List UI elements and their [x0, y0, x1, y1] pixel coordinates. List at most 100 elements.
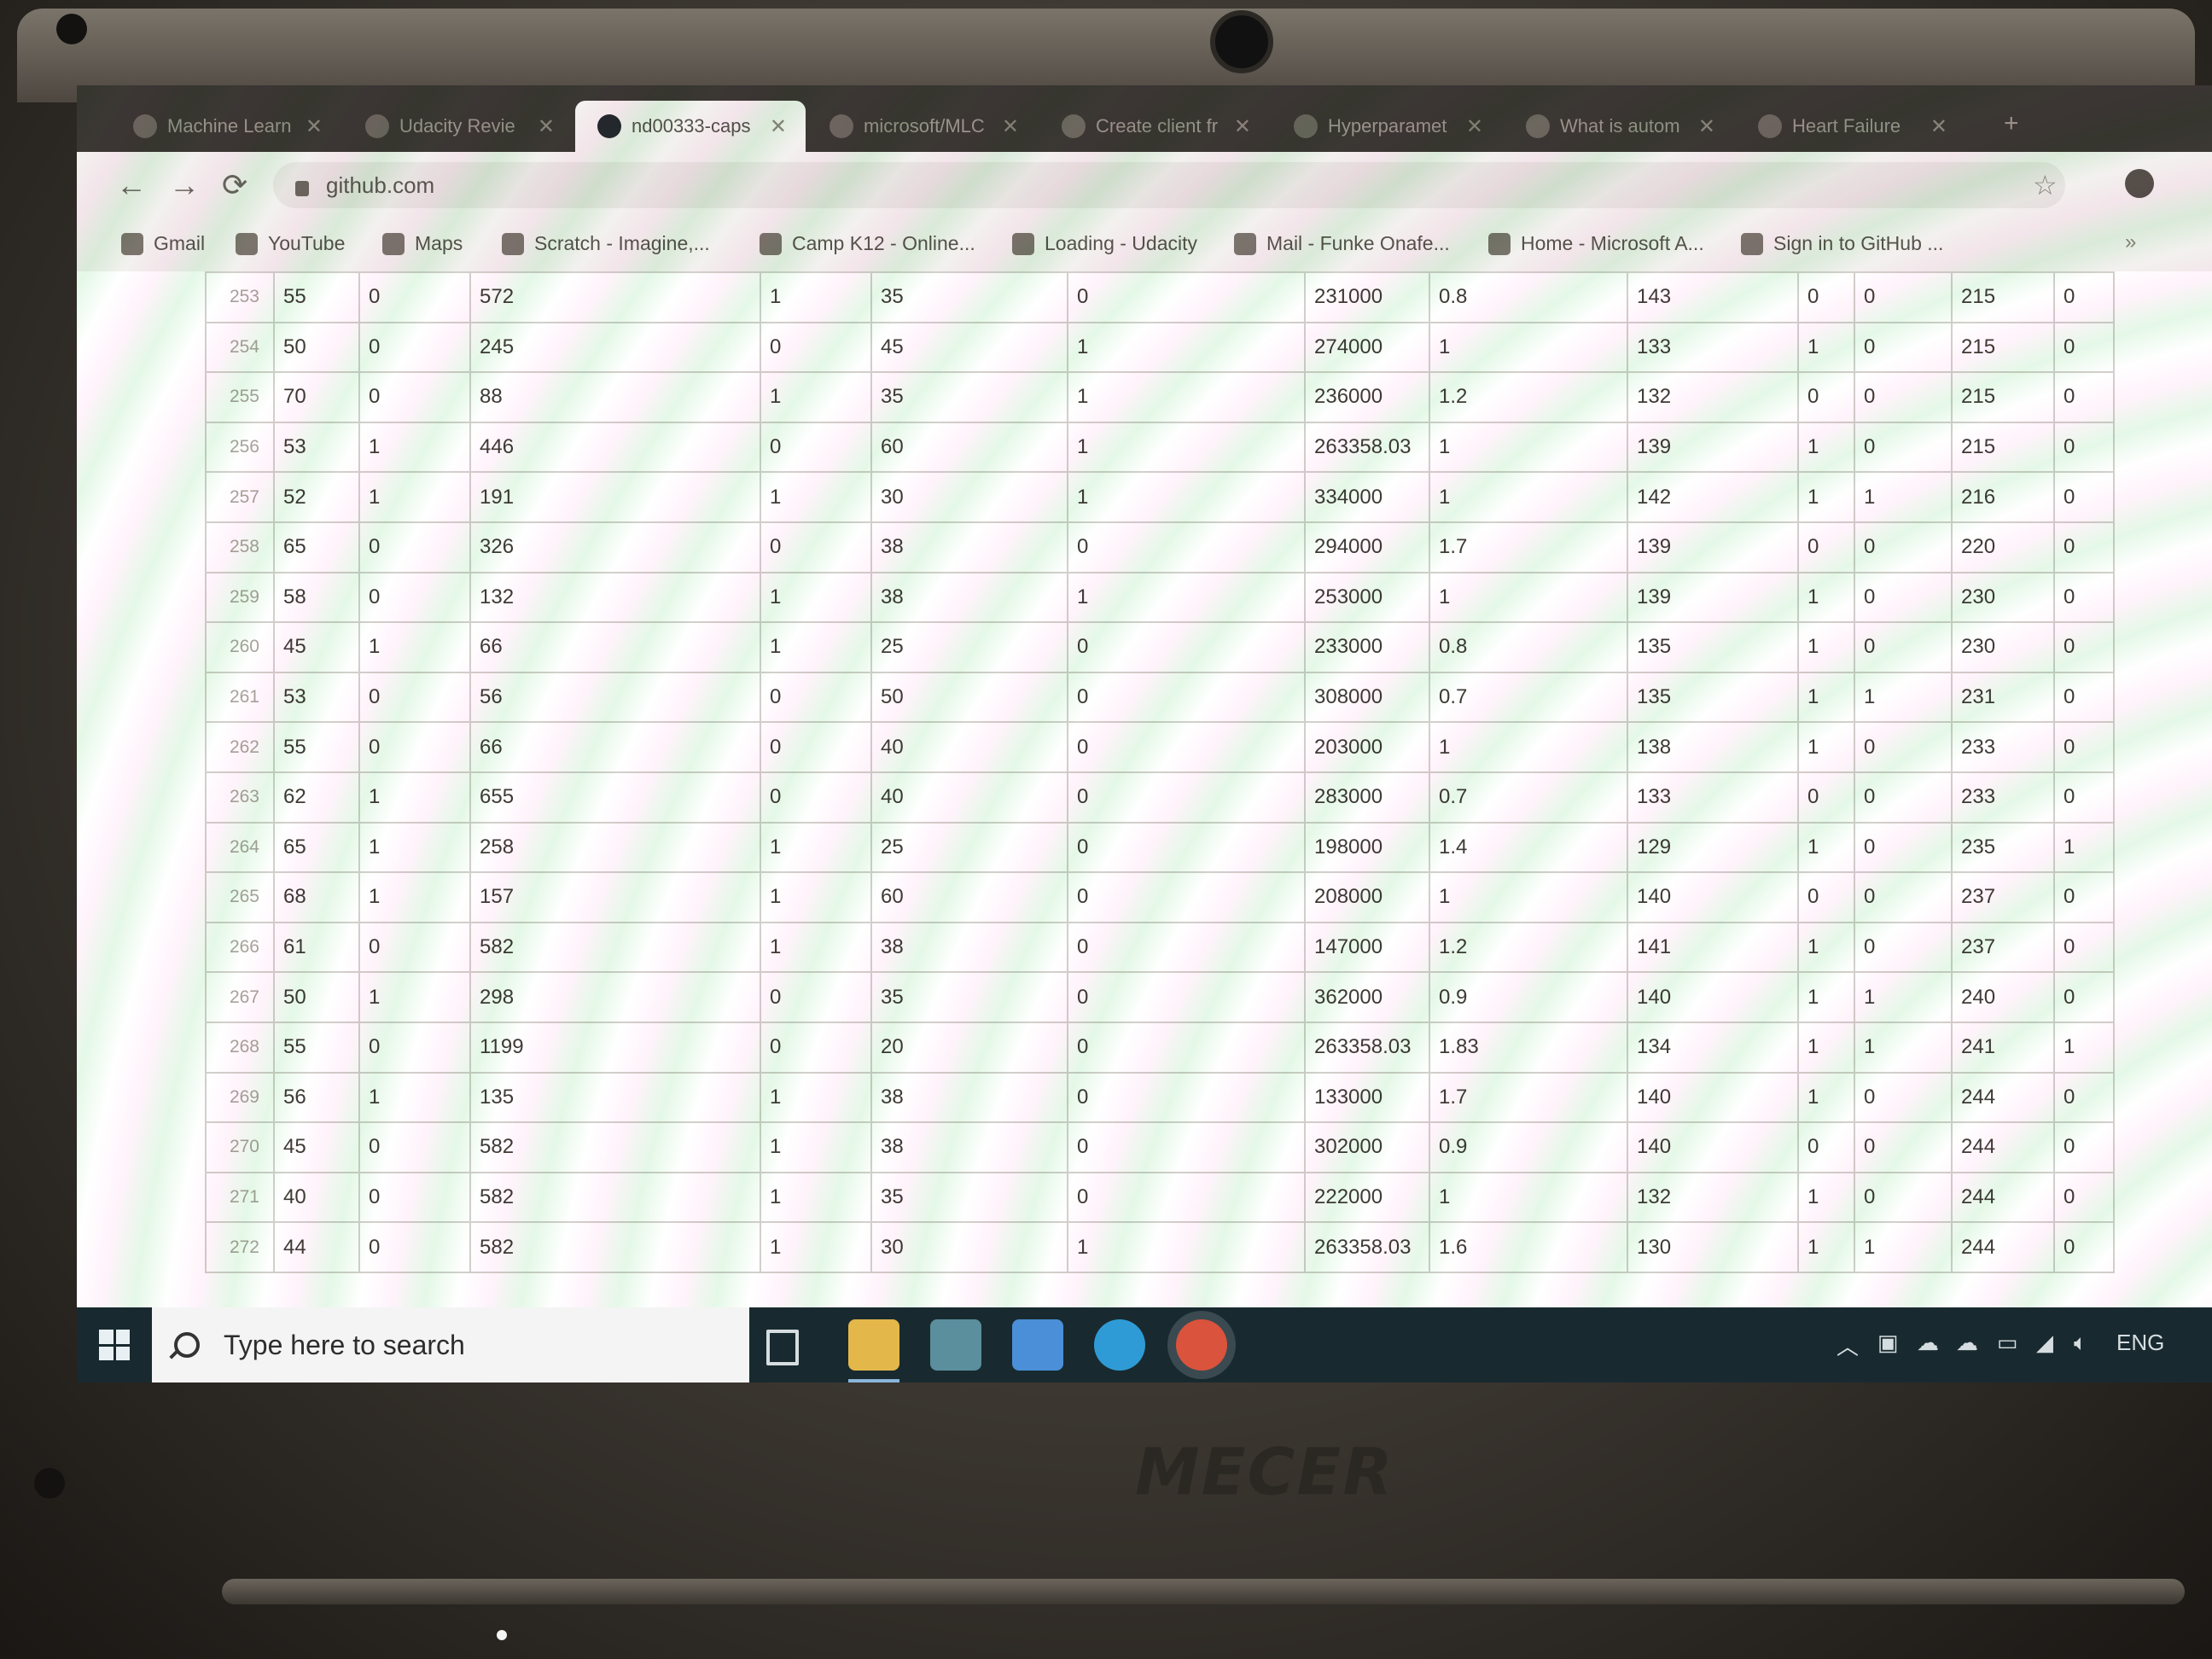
row-number[interactable]: 262: [205, 721, 275, 773]
row-number[interactable]: 266: [205, 921, 275, 974]
tab-heart-failure[interactable]: Heart Failure ✕: [1736, 101, 1966, 152]
row-number[interactable]: 260: [205, 621, 275, 673]
close-tab-icon[interactable]: ✕: [1234, 114, 1251, 139]
tab-machine-learn[interactable]: Machine Learn ✕: [111, 101, 341, 152]
table-cell: 1: [358, 471, 471, 523]
row-number[interactable]: 253: [205, 271, 275, 323]
table-cell: 55: [273, 721, 360, 773]
table-cell: 0: [1067, 621, 1306, 673]
tab-what-is-autom[interactable]: What is autom ✕: [1504, 101, 1734, 152]
new-tab-button[interactable]: +: [2004, 109, 2019, 138]
chrome-browser-icon[interactable]: [1176, 1319, 1227, 1371]
row-number[interactable]: 269: [205, 1071, 275, 1124]
table-cell: 0: [358, 1221, 471, 1273]
table-cell: 50: [870, 671, 1068, 724]
table-cell: 55: [273, 1021, 360, 1074]
row-number[interactable]: 265: [205, 871, 275, 923]
tab-create-client[interactable]: Create client fr ✕: [1039, 101, 1270, 152]
bookmark-youtube[interactable]: YouTube: [236, 232, 345, 255]
power-indicator: [497, 1630, 507, 1640]
close-tab-icon[interactable]: ✕: [1002, 114, 1019, 139]
bookmark-scratch[interactable]: Scratch - Imagine,...: [502, 232, 710, 255]
language-indicator[interactable]: ENG: [2116, 1330, 2164, 1356]
tab-label: Udacity Revie: [399, 115, 515, 137]
start-button[interactable]: [77, 1307, 152, 1382]
row-number[interactable]: 272: [205, 1221, 275, 1273]
show-hidden-icons-icon[interactable]: ︿: [1837, 1330, 1859, 1361]
close-tab-icon[interactable]: ✕: [538, 114, 555, 139]
bookmark-udacity[interactable]: Loading - Udacity: [1012, 232, 1197, 255]
mail-icon[interactable]: [1012, 1319, 1063, 1371]
reload-icon[interactable]: ⟳: [222, 167, 247, 203]
row-number[interactable]: 257: [205, 471, 275, 523]
table-cell: 0: [2053, 971, 2115, 1023]
bookmarks-overflow-button[interactable]: »: [2125, 230, 2136, 254]
taskbar-search-box[interactable]: Type here to search: [152, 1307, 749, 1382]
table-cell: 66: [469, 721, 761, 773]
row-number[interactable]: 254: [205, 321, 275, 374]
tab-microsoft-mlc[interactable]: microsoft/MLC ✕: [807, 101, 1038, 152]
bookmark-microsoft[interactable]: Home - Microsoft A...: [1488, 232, 1704, 255]
bookmark-label: Scratch - Imagine,...: [534, 232, 710, 254]
table-cell: 198000: [1304, 821, 1430, 874]
bookmark-star-icon[interactable]: ☆: [2033, 169, 2058, 201]
azure-icon: [1488, 232, 1511, 255]
table-cell: 0: [760, 671, 872, 724]
table-row: 263 62 1 655 0 40 0 283000 0.7 133 0 0 233 0: [205, 771, 2115, 824]
file-explorer-icon[interactable]: [848, 1319, 899, 1371]
table-cell: 220: [1951, 521, 2055, 573]
bookmark-gmail[interactable]: Gmail: [121, 232, 205, 255]
extension-icon[interactable]: [2125, 169, 2154, 198]
close-tab-icon[interactable]: ✕: [1930, 114, 1947, 139]
row-number[interactable]: 263: [205, 771, 275, 824]
table-cell: 0: [760, 771, 872, 824]
row-number[interactable]: 258: [205, 521, 275, 573]
address-bar[interactable]: github.com: [273, 162, 2065, 208]
tab-label: Create client fr: [1096, 115, 1219, 137]
row-number[interactable]: 268: [205, 1021, 275, 1074]
table-cell: 35: [870, 971, 1068, 1023]
close-tab-icon[interactable]: ✕: [306, 114, 323, 139]
tab-hyperparameter[interactable]: Hyperparamet ✕: [1272, 101, 1502, 152]
onedrive-icon[interactable]: ☁: [1956, 1330, 1978, 1356]
table-cell: 1: [1429, 471, 1628, 523]
microsoft-store-icon[interactable]: [930, 1319, 981, 1371]
table-cell: 53: [273, 671, 360, 724]
table-cell: 0: [1854, 521, 1953, 573]
table-cell: 572: [469, 271, 761, 323]
table-cell: 0: [1797, 271, 1855, 323]
row-number[interactable]: 271: [205, 1171, 275, 1224]
close-tab-icon[interactable]: ✕: [770, 114, 787, 139]
table-cell: 0: [2053, 1071, 2115, 1124]
tab-nd00333-caps[interactable]: nd00333-caps ✕: [575, 101, 806, 152]
row-number[interactable]: 256: [205, 421, 275, 474]
bookmark-camp-k12[interactable]: Camp K12 - Online...: [760, 232, 975, 255]
onedrive-icon[interactable]: ☁: [1917, 1330, 1939, 1356]
bookmark-mail[interactable]: Mail - Funke Onafe...: [1234, 232, 1450, 255]
task-view-icon[interactable]: [766, 1330, 799, 1365]
tab-udacity-review[interactable]: Udacity Revie ✕: [343, 101, 573, 152]
row-number[interactable]: 259: [205, 571, 275, 624]
battery-icon[interactable]: ▭: [1997, 1330, 2018, 1356]
table-row: 262 55 0 66 0 40 0 203000 1 138 1 0 233 0: [205, 721, 2115, 773]
row-number[interactable]: 267: [205, 971, 275, 1023]
back-arrow-icon[interactable]: ←: [116, 167, 147, 203]
row-number[interactable]: 264: [205, 821, 275, 874]
row-number[interactable]: 270: [205, 1121, 275, 1173]
row-number[interactable]: 255: [205, 371, 275, 423]
table-cell: 40: [273, 1171, 360, 1224]
table-cell: 446: [469, 421, 761, 474]
row-number[interactable]: 261: [205, 671, 275, 724]
volume-icon[interactable]: 🔈︎: [2074, 1330, 2087, 1357]
wifi-icon[interactable]: ◢: [2036, 1330, 2053, 1356]
active-app-indicator: [848, 1379, 899, 1382]
bookmark-github[interactable]: Sign in to GitHub ...: [1741, 232, 1943, 255]
forward-arrow-icon[interactable]: →: [169, 167, 200, 203]
table-cell: 326: [469, 521, 761, 573]
table-cell: 1.83: [1429, 1021, 1628, 1074]
edge-browser-icon[interactable]: [1094, 1319, 1145, 1371]
close-tab-icon[interactable]: ✕: [1698, 114, 1715, 139]
meet-now-icon[interactable]: ▣: [1877, 1330, 1899, 1356]
close-tab-icon[interactable]: ✕: [1466, 114, 1483, 139]
bookmark-maps[interactable]: Maps: [382, 232, 463, 255]
